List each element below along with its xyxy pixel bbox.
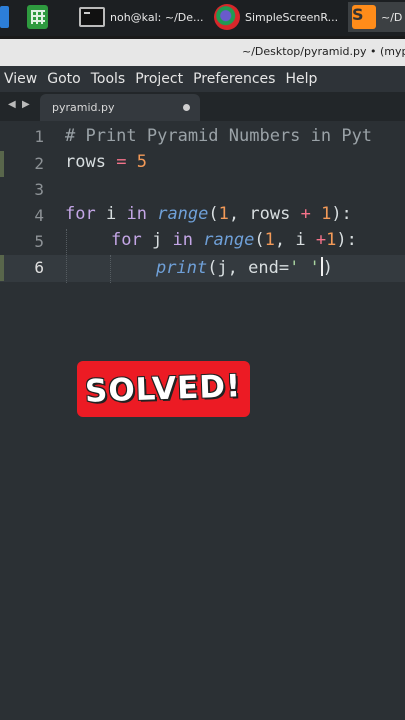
menu-view[interactable]: View [2, 71, 39, 87]
operator: + [315, 230, 327, 250]
menubar: View Goto Tools Project Preferences Help [0, 66, 405, 92]
menu-goto[interactable]: Goto [45, 71, 82, 87]
identifier: i [105, 204, 117, 224]
sublime-text-icon: S [352, 5, 376, 29]
window-title: ~/Desktop/pyramid.py • (mypor [242, 45, 405, 58]
number-literal: 1 [264, 230, 275, 250]
menu-help[interactable]: Help [283, 71, 319, 87]
taskbar-item-simplescreenrecorder[interactable]: SimpleScreenR... [214, 2, 344, 32]
file-manager-icon [0, 6, 9, 28]
indent-guide [110, 255, 111, 283]
keyword: in [172, 230, 193, 250]
menu-project[interactable]: Project [133, 71, 185, 87]
tab-bar: ◀ ▶ pyramid.py [0, 92, 405, 121]
keyword: for [111, 230, 142, 250]
code-line-6: print(j, end=' ') [156, 257, 333, 278]
string-literal: ' ' [289, 258, 320, 278]
identifier: , i [274, 230, 306, 250]
operator: = [116, 152, 127, 172]
identifier: , rows [228, 204, 291, 224]
screen: noh@kal: ~/De... SimpleScreenR... S ~/D … [0, 0, 405, 720]
terminal-icon [79, 7, 105, 27]
taskbar-ssr-label: SimpleScreenR... [245, 10, 339, 24]
line-gutter: 1 2 3 4 5 6 [0, 121, 50, 720]
identifier: rows [65, 152, 106, 172]
menu-tools[interactable]: Tools [89, 71, 128, 87]
comment-text: # Print Pyramid Numbers in Pyt [65, 126, 373, 146]
tab-nav-left-icon[interactable]: ◀ [8, 99, 16, 110]
unsaved-dot-icon[interactable] [183, 104, 190, 111]
tab-nav-right-icon[interactable]: ▶ [22, 99, 30, 110]
code-line-5: for j in range(1, i +1): [111, 230, 357, 250]
indent-guide [66, 229, 67, 283]
simplescreenrecorder-icon [214, 4, 240, 30]
taskbar-item-terminal[interactable]: noh@kal: ~/De... [79, 2, 209, 32]
identifier: j [151, 230, 163, 250]
taskbar-terminal-label: noh@kal: ~/De... [110, 10, 204, 24]
line-number: 3 [34, 180, 44, 199]
solved-badge: SOLVED! [77, 361, 250, 417]
operator: + [300, 204, 311, 224]
keyword: for [65, 204, 96, 224]
number-literal: 1 [321, 204, 332, 224]
number-literal: 5 [136, 152, 147, 172]
code-line-2: rows = 5 [65, 152, 147, 172]
tab-label: pyramid.py [52, 101, 115, 114]
code-line-4: for i in range(1, rows + 1): [65, 204, 352, 224]
line-number: 1 [34, 127, 44, 146]
builtin-function: print [156, 258, 208, 278]
taskbar-item-file-manager[interactable] [0, 2, 14, 32]
line-number: 4 [34, 206, 44, 225]
punctuation: ( [254, 230, 265, 250]
builtin-function: range [203, 230, 255, 250]
number-literal: 1 [326, 230, 337, 250]
tab-pyramid[interactable]: pyramid.py [40, 94, 200, 121]
punctuation: ): [336, 230, 357, 250]
punctuation: ) [322, 258, 334, 278]
taskbar: noh@kal: ~/De... SimpleScreenR... S ~/D [0, 0, 405, 36]
taskbar-item-sublime[interactable]: S ~/D [348, 2, 405, 32]
menu-preferences[interactable]: Preferences [191, 71, 277, 87]
window-titlebar[interactable]: ~/Desktop/pyramid.py • (mypor [0, 39, 405, 66]
taskbar-item-spreadsheet[interactable] [27, 2, 53, 32]
builtin-function: range [157, 204, 209, 224]
line-number: 5 [34, 232, 44, 251]
number-literal: 1 [218, 204, 229, 224]
line-number: 2 [34, 154, 44, 173]
punctuation: ( [208, 204, 219, 224]
keyword: in [126, 204, 147, 224]
identifier: (j, end= [207, 258, 290, 278]
taskbar-sublime-label: ~/D [381, 10, 403, 24]
punctuation: ): [331, 204, 352, 224]
solved-badge-text: SOLVED! [84, 368, 243, 410]
code-line-1: # Print Pyramid Numbers in Pyt [65, 126, 372, 146]
spreadsheet-icon [27, 5, 48, 29]
line-number-current: 6 [34, 258, 44, 277]
code-editor[interactable]: 1 2 3 4 5 6 # Print Pyramid Numbers in P… [0, 121, 405, 720]
